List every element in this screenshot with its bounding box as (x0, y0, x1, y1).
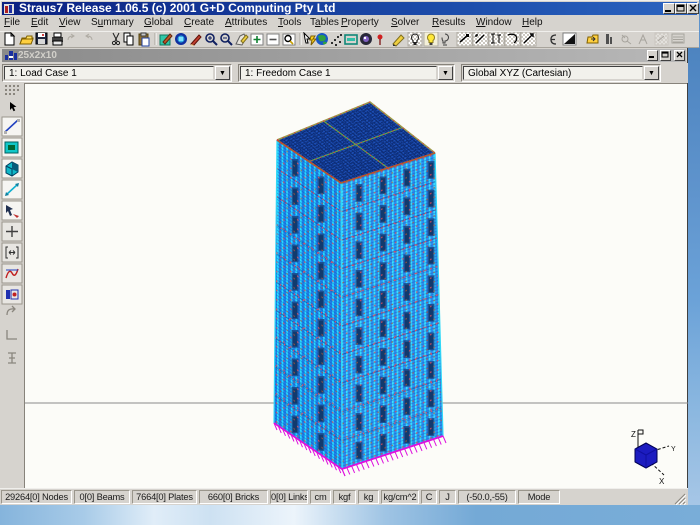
svg-text:Y: Y (671, 446, 676, 453)
svg-text:Z: Z (631, 430, 636, 439)
svg-text:X: X (659, 477, 665, 486)
